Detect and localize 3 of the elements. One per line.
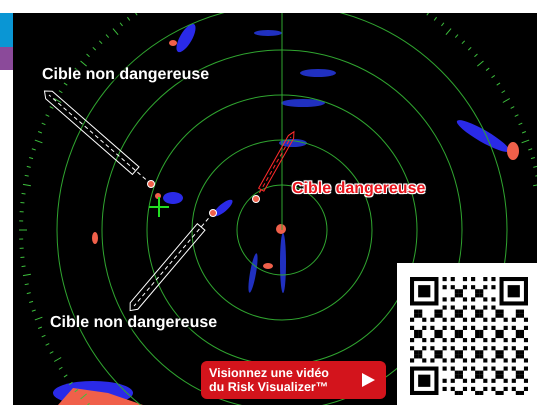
play-icon [360,372,376,388]
cursor-cross-icon [149,197,169,217]
video-button[interactable]: Visionnez une vidéo du Risk Visualizer™ [201,361,386,399]
